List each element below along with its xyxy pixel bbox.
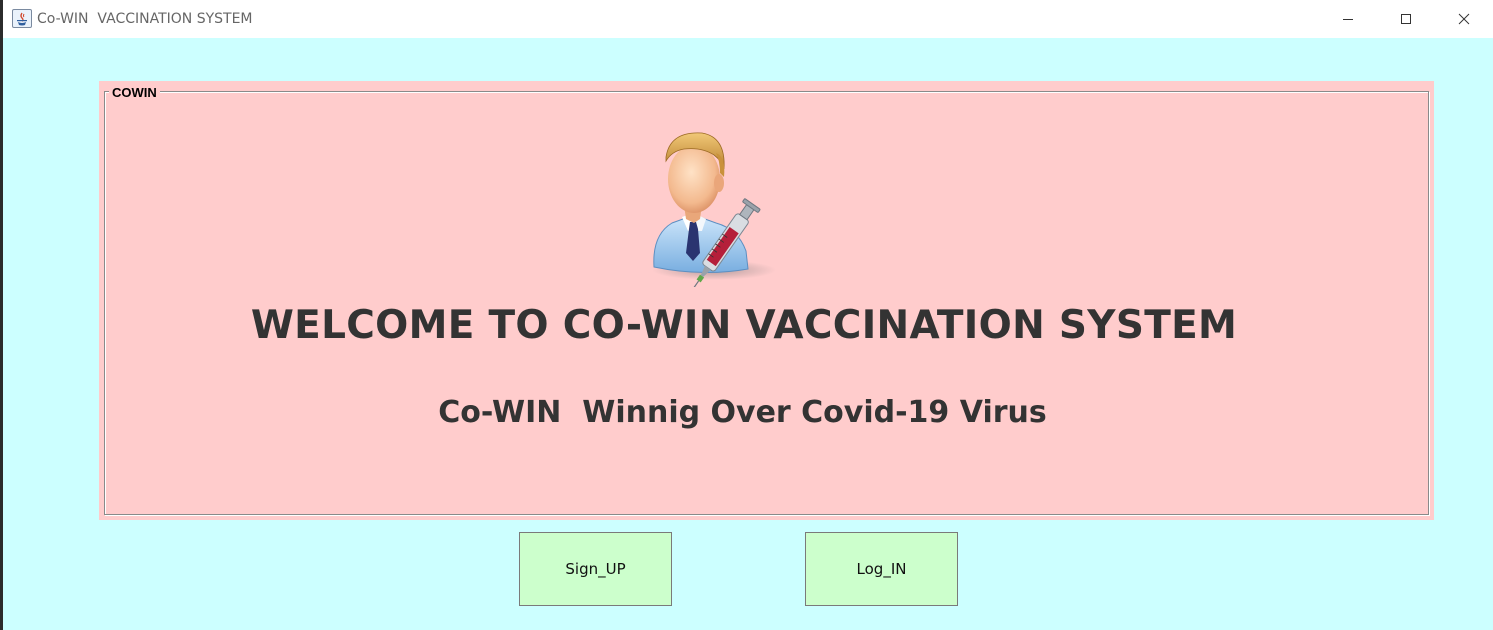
close-button[interactable] — [1435, 0, 1493, 38]
minimize-button[interactable] — [1319, 0, 1377, 38]
doctor-with-syringe-icon — [642, 127, 778, 303]
tagline: Co-WIN Winnig Over Covid-19 Virus — [438, 395, 1047, 430]
login-button[interactable]: Log_IN — [805, 532, 958, 606]
close-icon — [1458, 13, 1470, 25]
title-bar[interactable]: Co-WIN VACCINATION SYSTEM — [3, 0, 1493, 38]
window-title: Co-WIN VACCINATION SYSTEM — [37, 11, 253, 27]
minimize-icon — [1343, 19, 1353, 20]
app-window: Co-WIN VACCINATION SYSTEM COWIN WELCOME … — [3, 0, 1493, 630]
java-app-icon — [12, 9, 32, 28]
welcome-heading: WELCOME TO CO-WIN VACCINATION SYSTEM — [250, 303, 1238, 348]
cowin-panel: COWIN WELCOME TO CO-WIN VACCINATION SYST… — [99, 81, 1434, 520]
maximize-button[interactable] — [1377, 0, 1435, 38]
signup-button[interactable]: Sign_UP — [519, 532, 672, 606]
panel-legend: COWIN — [109, 85, 160, 100]
maximize-icon — [1401, 14, 1411, 24]
